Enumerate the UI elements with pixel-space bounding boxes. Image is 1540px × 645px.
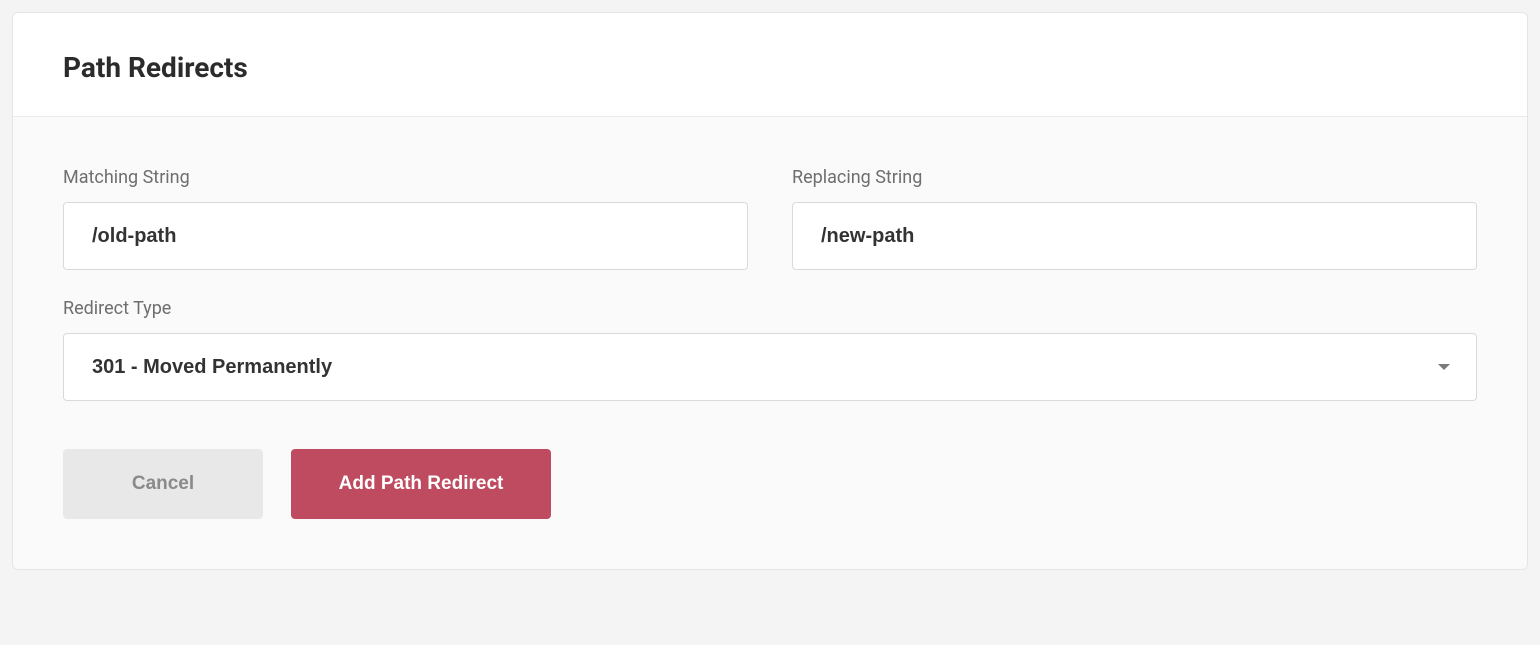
replacing-string-field: Replacing String	[792, 167, 1477, 270]
replacing-string-label: Replacing String	[792, 167, 1477, 188]
form-row-strings: Matching String Replacing String	[63, 167, 1477, 270]
path-redirects-card: Path Redirects Matching String Replacing…	[12, 12, 1528, 570]
redirect-type-select-wrap: 301 - Moved Permanently	[63, 333, 1477, 401]
matching-string-label: Matching String	[63, 167, 748, 188]
page-title: Path Redirects	[63, 51, 1477, 84]
cancel-button[interactable]: Cancel	[63, 449, 263, 519]
add-path-redirect-button[interactable]: Add Path Redirect	[291, 449, 551, 519]
button-row: Cancel Add Path Redirect	[63, 449, 1477, 519]
redirect-type-field: Redirect Type 301 - Moved Permanently	[63, 298, 1477, 401]
redirect-type-label: Redirect Type	[63, 298, 1477, 319]
matching-string-input[interactable]	[63, 202, 748, 270]
redirect-type-select[interactable]: 301 - Moved Permanently	[63, 333, 1477, 401]
replacing-string-input[interactable]	[792, 202, 1477, 270]
form-row-redirect-type: Redirect Type 301 - Moved Permanently	[63, 298, 1477, 401]
redirect-type-selected-value: 301 - Moved Permanently	[92, 356, 332, 379]
card-header: Path Redirects	[13, 13, 1527, 117]
matching-string-field: Matching String	[63, 167, 748, 270]
card-body: Matching String Replacing String Redirec…	[13, 117, 1527, 569]
